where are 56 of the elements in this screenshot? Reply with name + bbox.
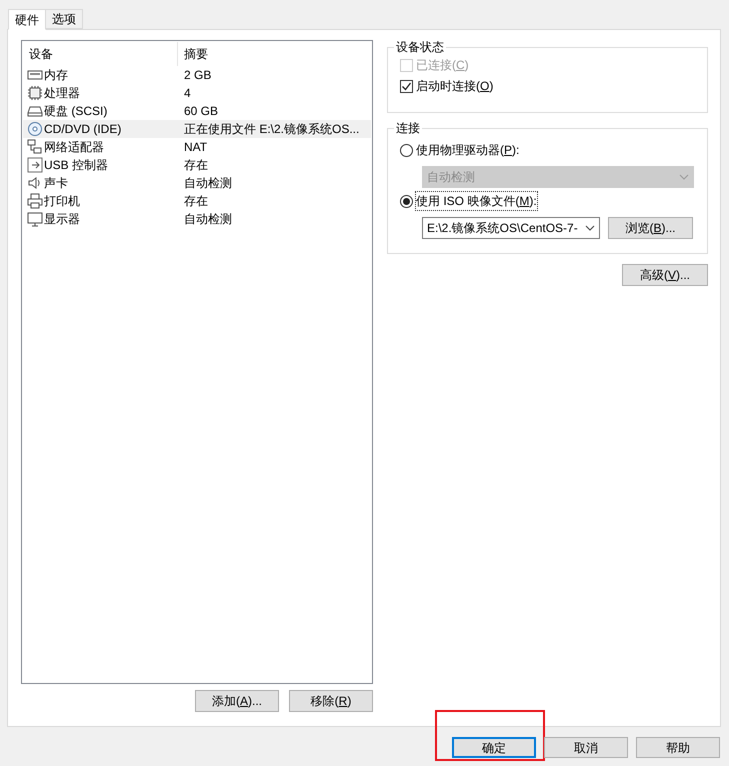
radio-button[interactable]	[400, 144, 413, 156]
printer-icon	[27, 193, 43, 209]
table-cell-text: 显示器	[44, 211, 80, 228]
usb-icon	[27, 157, 43, 173]
table-cell-text: NAT	[183, 139, 208, 156]
tab[interactable]: 硬件	[8, 9, 46, 30]
table-cell-text: 网络适配器	[44, 139, 104, 156]
table-cell-text: 处理器	[44, 85, 80, 102]
dialog-button[interactable]: 取消	[544, 737, 628, 758]
table-cell-text: USB 控制器	[44, 157, 108, 174]
radio-label[interactable]: 使用物理驱动器(P):	[416, 141, 520, 159]
list-button[interactable]: 添加(A)...	[195, 690, 279, 712]
table-cell-text: 内存	[44, 67, 68, 84]
table-cell-text: 2 GB	[183, 67, 212, 84]
device-row[interactable]: 处理器 4	[23, 84, 371, 102]
table-cell-text: 硬盘 (SCSI)	[44, 103, 108, 120]
table-cell-text: CD/DVD (IDE)	[44, 121, 122, 138]
table-cell-text: 打印机	[44, 193, 80, 210]
chip-icon	[27, 85, 43, 101]
browse-button[interactable]: 浏览(B)...	[608, 217, 693, 239]
device-row[interactable]: 显示器 自动检测	[23, 210, 371, 228]
device-row[interactable]: 内存 2 GB	[23, 66, 371, 84]
device-list[interactable]: 设备 摘要 内存 2 GB 处理器 4 硬盘 (SCSI) 60 GB CD/DVD (IDE) 正在使用文件 E:\2.镜像系统OS... 网络适配器 NAT USB 控制器 存在 声卡 自动检测 打印机 存在 显示器 自动检测	[21, 40, 373, 684]
checkbox[interactable]	[400, 80, 413, 92]
table-cell-text: 自动检测	[183, 175, 232, 192]
network-icon	[27, 139, 43, 155]
column-header[interactable]: 设备	[23, 42, 178, 66]
table-cell-text: 自动检测	[183, 211, 232, 228]
device-row[interactable]: 网络适配器 NAT	[23, 138, 371, 156]
advanced-button[interactable]: 高级(V)...	[622, 264, 708, 286]
tab[interactable]: 选项	[46, 9, 83, 29]
radio-label[interactable]: 使用 ISO 映像文件(M):	[416, 192, 537, 210]
table-cell-text: 存在	[183, 193, 208, 210]
device-row[interactable]: 硬盘 (SCSI) 60 GB	[23, 102, 371, 120]
monitor-icon	[27, 211, 43, 227]
dropdown[interactable]: E:\2.镜像系统OS\CentOS-7-	[422, 217, 600, 239]
column-header[interactable]: 摘要	[178, 42, 371, 66]
dialog-button[interactable]: 确定	[452, 737, 536, 758]
device-row[interactable]: 声卡 自动检测	[23, 174, 371, 192]
group-title: 连接	[394, 120, 422, 136]
device-row[interactable]: USB 控制器 存在	[23, 156, 371, 174]
chevron-icon	[679, 174, 689, 180]
device-row[interactable]: CD/DVD (IDE) 正在使用文件 E:\2.镜像系统OS...	[23, 120, 371, 138]
table-cell-text: 60 GB	[183, 103, 218, 120]
dialog-button[interactable]: 帮助	[636, 737, 720, 758]
radio-button[interactable]	[400, 194, 413, 208]
table-cell-text: 声卡	[44, 175, 68, 192]
list-button[interactable]: 移除(R)	[289, 690, 373, 712]
table-cell-text: 正在使用文件 E:\2.镜像系统OS...	[183, 121, 360, 138]
chevron-icon	[585, 225, 595, 231]
table-cell-text: 存在	[183, 157, 208, 174]
group-title: 设备状态	[394, 39, 446, 55]
device-row[interactable]: 打印机 存在	[23, 192, 371, 210]
checkbox-label[interactable]: 启动时连接(O)	[416, 77, 494, 95]
disc-icon	[27, 121, 43, 137]
table-cell-text: 4	[183, 85, 191, 102]
